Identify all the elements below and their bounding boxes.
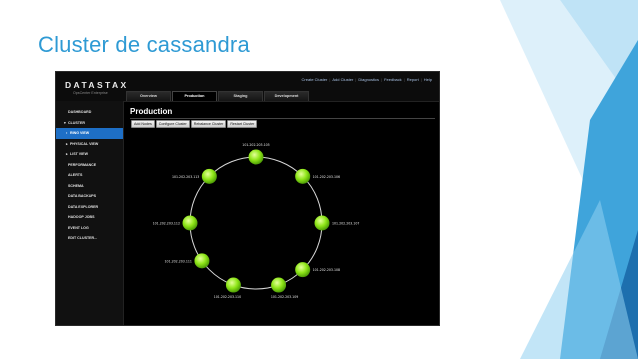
sidebar-item-label: EDIT CLUSTER... bbox=[68, 236, 98, 240]
datastax-logo: DATASTAX bbox=[65, 80, 129, 90]
nav-bullet-icon: • bbox=[66, 131, 68, 135]
nav-bullet-icon: ▾ bbox=[64, 120, 66, 125]
main-panel: Production Add Nodes Configure Cluster R… bbox=[123, 101, 439, 325]
sidebar-item-data-explorer[interactable]: DATA EXPLORER bbox=[56, 202, 123, 213]
sidebar-item-data-backups[interactable]: DATA BACKUPS bbox=[56, 191, 123, 202]
diagnostics-link[interactable]: Diagnostics bbox=[356, 77, 381, 82]
slide-title: Cluster de cassandra bbox=[38, 32, 250, 57]
sidebar-item-alerts[interactable]: ALERTS bbox=[56, 170, 123, 181]
ring-node-label: 101.202.203.106 bbox=[313, 175, 340, 179]
nav-bullet-icon: ▸ bbox=[66, 152, 68, 156]
sidebar-item-label: HADOOP JOBS bbox=[68, 215, 95, 219]
sidebar-item-dashboard[interactable]: DASHBOARD bbox=[56, 107, 123, 118]
ring-node[interactable] bbox=[225, 277, 241, 293]
top-links: Create Cluster | Add Cluster | Diagnostics… bbox=[300, 77, 434, 82]
sidebar-item-label: LIST VIEW bbox=[70, 152, 88, 156]
ring-node[interactable] bbox=[314, 215, 330, 231]
ring-node[interactable] bbox=[201, 168, 217, 184]
ring-node[interactable] bbox=[271, 277, 287, 293]
ring-node-label: 101.202.203.109 bbox=[271, 295, 298, 299]
ring-node-label: 101.202.203.111 bbox=[165, 259, 192, 263]
sidebar-item-edit-cluster[interactable]: EDIT CLUSTER... bbox=[56, 233, 123, 244]
feedback-link[interactable]: Feedback bbox=[382, 77, 404, 82]
sidebar-item-label: DATA BACKUPS bbox=[68, 194, 97, 198]
nav-bullet-icon: ▸ bbox=[66, 141, 68, 146]
sidebar-item-label: EVENT LOG bbox=[68, 225, 89, 230]
logo-subtitle: OpsCenter Enterprise bbox=[73, 91, 108, 95]
add-cluster-link[interactable]: Add Cluster bbox=[330, 77, 355, 82]
sidebar-item-label: SCHEMA bbox=[68, 183, 84, 188]
sidebar-item-label: RING VIEW bbox=[70, 131, 90, 135]
sidebar-item-ring-view[interactable]: • RING VIEW bbox=[56, 128, 123, 139]
sidebar-item-cluster[interactable]: ▾ CLUSTER bbox=[56, 118, 123, 129]
sidebar-item-event-log[interactable]: EVENT LOG bbox=[56, 223, 123, 234]
sidebar-item-label: DASHBOARD bbox=[68, 110, 92, 114]
sidebar-item-label: CLUSTER bbox=[68, 120, 85, 125]
tab-development[interactable]: Development bbox=[264, 91, 309, 101]
ring-node[interactable] bbox=[248, 149, 264, 165]
sidebar-nav: DASHBOARD ▾ CLUSTER • RING VIEW ▸ PHYSICAL VIE… bbox=[56, 101, 124, 325]
sidebar-item-label: DATA EXPLORER bbox=[68, 204, 99, 209]
ring-node[interactable] bbox=[295, 262, 311, 278]
sidebar-item-performance[interactable]: PERFORMANCE bbox=[56, 160, 123, 171]
create-cluster-link[interactable]: Create Cluster bbox=[300, 77, 330, 82]
sidebar-item-label: PERFORMANCE bbox=[68, 162, 97, 167]
report-link[interactable]: Report bbox=[405, 77, 421, 82]
ring-node-label: 101.202.203.108 bbox=[313, 268, 340, 272]
sidebar-item-schema[interactable]: SCHEMA bbox=[56, 181, 123, 192]
sidebar-item-label: ALERTS bbox=[68, 173, 83, 177]
app-topbar: DATASTAX OpsCenter Enterprise Create Clu… bbox=[56, 72, 439, 102]
ring-node[interactable] bbox=[295, 168, 311, 184]
ring-node[interactable] bbox=[182, 215, 198, 231]
ring-node-label: 101.202.203.107 bbox=[332, 222, 359, 226]
ring-node[interactable] bbox=[194, 253, 210, 269]
cluster-tabs: Overview Production Staging Development bbox=[126, 91, 310, 101]
opscenter-screenshot: DATASTAX OpsCenter Enterprise Create Clu… bbox=[55, 71, 440, 326]
sidebar-item-label: PHYSICAL VIEW bbox=[70, 141, 99, 146]
sidebar-item-list-view[interactable]: ▸ LIST VIEW bbox=[56, 149, 123, 160]
ring-view: 101.202.203.105 101.202.203.106 101.202.20… bbox=[153, 143, 360, 299]
help-link[interactable]: Help bbox=[422, 77, 434, 82]
ring-node-label: 101.202.203.105 bbox=[242, 143, 269, 147]
sidebar-item-physical-view[interactable]: ▸ PHYSICAL VIEW bbox=[56, 139, 123, 150]
ring-node-label: 101.202.203.112 bbox=[153, 222, 180, 226]
tab-overview[interactable]: Overview bbox=[126, 91, 171, 101]
tab-staging[interactable]: Staging bbox=[218, 91, 263, 101]
ring-node-label: 101.202.203.110 bbox=[214, 295, 241, 299]
sidebar-item-hadoop-jobs[interactable]: HADOOP JOBS bbox=[56, 212, 123, 223]
tab-production[interactable]: Production bbox=[172, 91, 217, 101]
ring-node-label: 101.202.203.113 bbox=[172, 175, 199, 179]
